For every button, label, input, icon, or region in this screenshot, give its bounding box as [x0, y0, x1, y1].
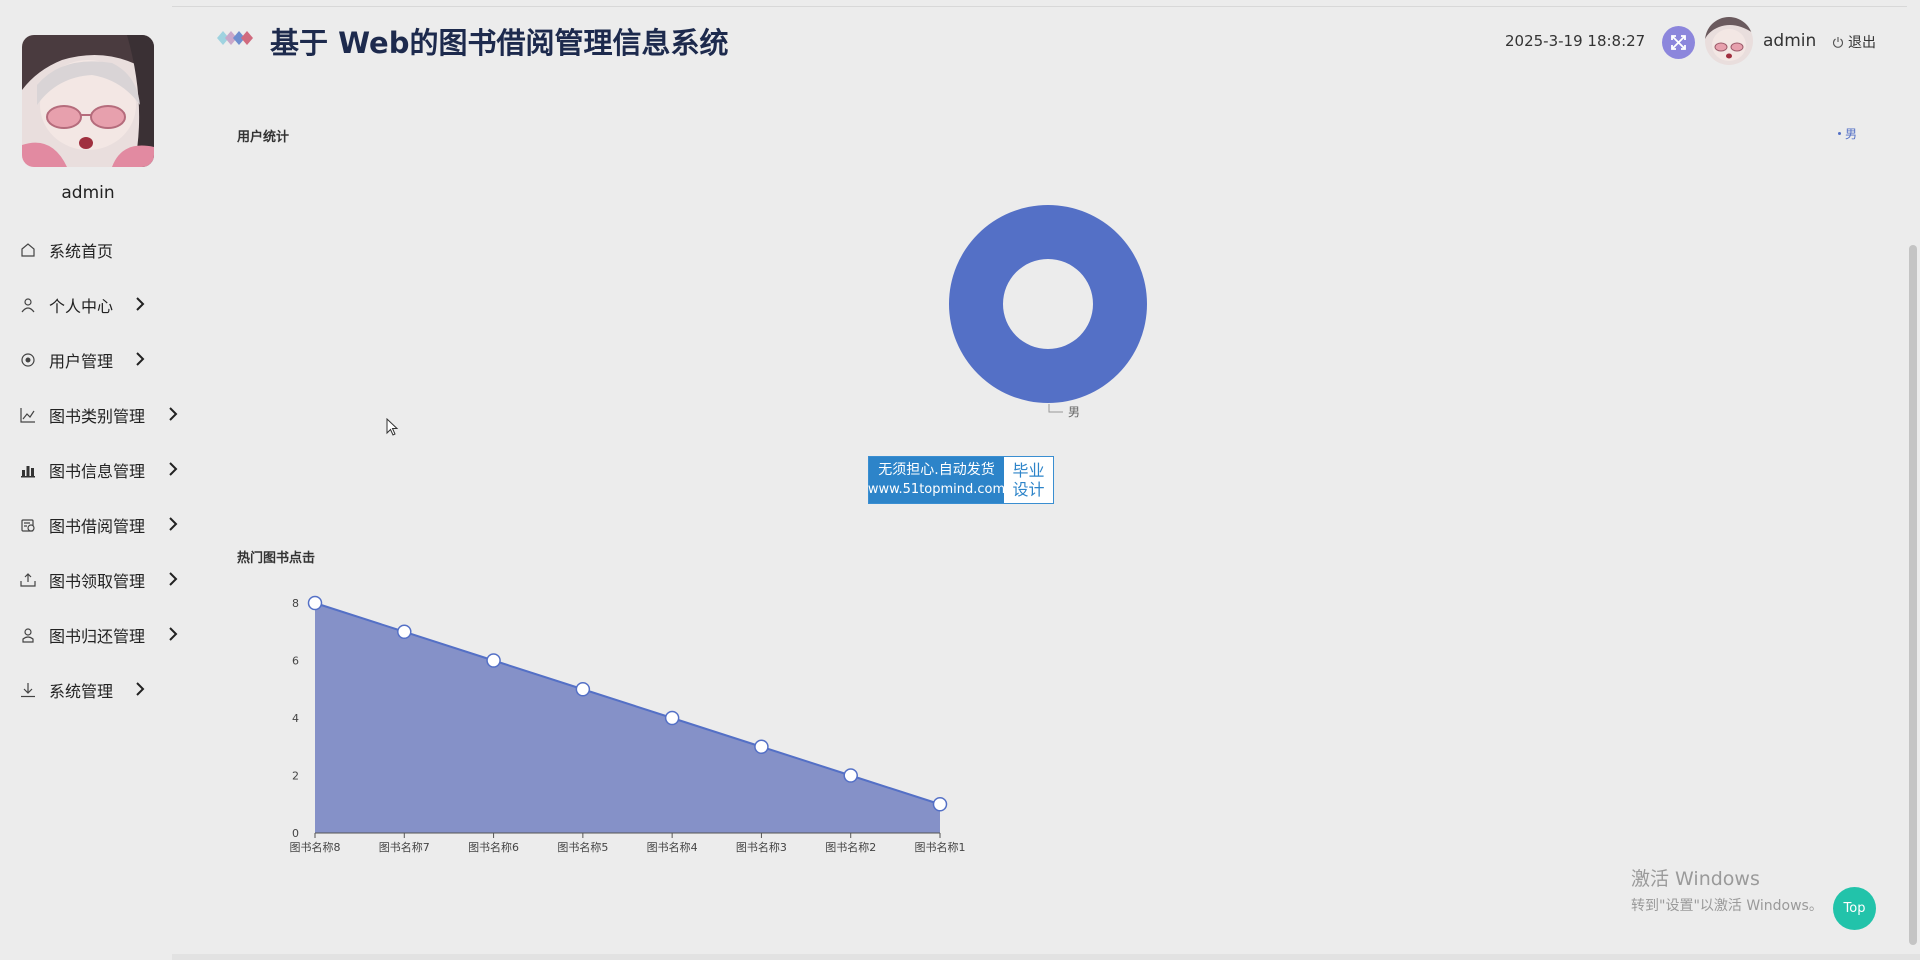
chevron-right-icon — [169, 517, 178, 531]
chevron-right-icon — [169, 572, 178, 586]
legend-label: 男 — [1845, 127, 1858, 141]
chevron-right-icon — [169, 407, 178, 421]
sidebar-item-system[interactable]: 系统管理 — [0, 662, 200, 717]
watermark-line2: 转到"设置"以激活 Windows。 — [1631, 898, 1823, 914]
sidebar-item-book-category[interactable]: 图书类别管理 — [0, 387, 200, 442]
chevron-right-icon — [136, 297, 145, 311]
sidebar-item-label: 图书信息管理 — [49, 462, 146, 481]
bar-chart-icon — [21, 466, 35, 478]
user-stats-pie-chart: 男 — [949, 205, 1147, 419]
pie-slice — [949, 205, 1147, 403]
sidebar-username: admin — [61, 183, 115, 203]
area-fill — [315, 603, 940, 833]
legend-marker — [1838, 132, 1841, 135]
sidebar-item-book-info[interactable]: 图书信息管理 — [0, 442, 200, 497]
chevron-right-icon — [136, 682, 145, 696]
logo-icon — [217, 31, 253, 45]
hot-books-title: 热门图书点击 — [237, 551, 316, 566]
y-tick-label: 6 — [292, 655, 299, 668]
fullscreen-icon — [1671, 35, 1686, 50]
banner-right2: 设计 — [1012, 480, 1045, 499]
ad-banner[interactable]: 无须担心.自动发货 www.51topmind.com 毕业 设计 — [868, 456, 1054, 504]
person-icon — [22, 628, 34, 643]
fullscreen-button[interactable] — [1662, 26, 1695, 59]
sidebar-item-book-borrow[interactable]: 图书借阅管理 — [0, 497, 200, 552]
data-point — [397, 624, 412, 639]
sidebar-item-label: 系统管理 — [49, 682, 114, 701]
sidebar-menu: 系统首页 个人中心 用户管理 图书类别管理 图书信息管理 图书借阅管理 图书领取… — [0, 222, 200, 717]
data-point — [486, 653, 501, 668]
top-button-label: Top — [1843, 901, 1866, 916]
datetime: 2025-3-19 18:8:27 — [1505, 32, 1646, 50]
power-icon — [1833, 37, 1843, 48]
sidebar-item-book-return[interactable]: 图书归还管理 — [0, 607, 200, 662]
x-tick-label: 图书名称2 — [825, 840, 876, 854]
hot-books-area-chart: 0 2 4 6 8 图书名称8 图书名称7 图书名称6 图书名称5 图书名称4 图书名称3 图书名称2… — [290, 595, 966, 854]
sidebar: admin 系统首页 个人中心 用户管理 图书类别管理 图书信息管理 图书借阅管… — [0, 0, 178, 960]
sidebar-item-label: 系统首页 — [49, 242, 114, 261]
logout-label: 退出 — [1848, 35, 1876, 51]
header-avatar[interactable] — [1705, 17, 1753, 65]
data-point — [575, 682, 591, 697]
sidebar-item-label: 图书领取管理 — [49, 572, 146, 591]
back-to-top-button[interactable]: Top — [1833, 887, 1876, 930]
inbox-icon — [20, 573, 36, 587]
data-point — [932, 797, 948, 812]
target-icon — [21, 353, 35, 367]
sidebar-avatar — [22, 35, 154, 167]
chevron-right-icon — [169, 627, 178, 641]
y-tick-label: 8 — [292, 597, 299, 610]
bottom-divider — [172, 954, 1920, 960]
data-point — [843, 768, 858, 783]
banner-right: 毕业 设计 — [1004, 457, 1053, 503]
pie-legend[interactable]: 男 — [1838, 125, 1857, 142]
x-tick-label: 图书名称7 — [379, 840, 430, 854]
sidebar-item-label: 个人中心 — [49, 297, 114, 316]
page-title: 基于 Web的图书借阅管理信息系统 — [270, 26, 729, 60]
chevron-right-icon — [169, 462, 178, 476]
data-point — [664, 710, 680, 726]
sidebar-item-label: 用户管理 — [49, 352, 114, 371]
y-tick-label: 4 — [292, 712, 299, 725]
pie-label-line — [1048, 404, 1063, 413]
mouse-cursor-icon — [386, 418, 399, 436]
banner-left: 无须担心.自动发货 www.51topmind.com — [867, 457, 1006, 503]
pie-slice-label: 男 — [1068, 405, 1080, 419]
logout-button[interactable]: 退出 — [1832, 32, 1876, 52]
x-tick-label: 图书名称4 — [647, 840, 698, 854]
banner-right1: 毕业 — [1012, 461, 1045, 480]
sidebar-item-book-receive[interactable]: 图书领取管理 — [0, 552, 200, 607]
watermark-line1: 激活 Windows — [1631, 868, 1760, 890]
x-tick-label: 图书名称8 — [290, 840, 341, 854]
sidebar-item-label: 图书借阅管理 — [49, 517, 146, 536]
chevron-right-icon — [136, 352, 145, 366]
windows-activation-watermark: 激活 Windows 转到"设置"以激活 Windows。 — [1631, 864, 1823, 915]
sidebar-item-label: 图书归还管理 — [49, 627, 146, 646]
home-icon — [21, 243, 35, 257]
x-tick-label: 图书名称6 — [468, 840, 519, 854]
data-point — [754, 739, 769, 754]
data-point — [307, 595, 323, 611]
x-tick-label: 图书名称3 — [736, 840, 787, 854]
top-divider — [172, 6, 1920, 7]
sidebar-item-users[interactable]: 用户管理 — [0, 332, 200, 387]
user-icon — [21, 298, 35, 313]
banner-line2: www.51topmind.com — [867, 482, 1006, 497]
borrow-icon — [21, 519, 35, 532]
line-chart-icon — [20, 408, 35, 423]
scrollbar-thumb[interactable] — [1909, 245, 1917, 945]
y-tick-label: 2 — [292, 770, 299, 783]
sidebar-item-personal[interactable]: 个人中心 — [0, 277, 200, 332]
user-stats-title: 用户统计 — [237, 130, 290, 145]
x-tick-label: 图书名称5 — [557, 840, 608, 854]
x-tick-label: 图书名称1 — [915, 840, 966, 854]
download-icon — [21, 683, 35, 698]
header-username[interactable]: admin — [1763, 31, 1816, 51]
y-tick-label: 0 — [292, 827, 299, 840]
sidebar-item-label: 图书类别管理 — [49, 407, 146, 426]
sidebar-item-home[interactable]: 系统首页 — [0, 222, 200, 277]
banner-line1: 无须担心.自动发货 — [878, 462, 995, 478]
